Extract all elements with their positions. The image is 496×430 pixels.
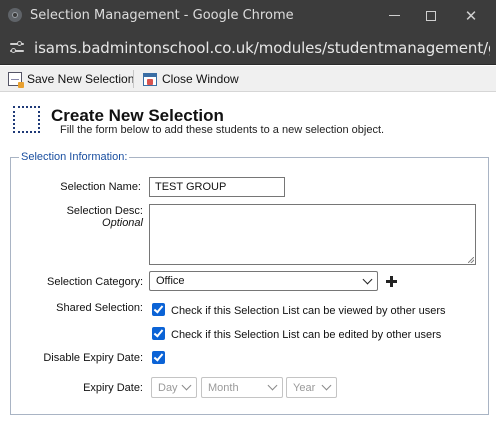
selection-category-value: Office: [156, 275, 185, 287]
chevron-down-icon: [267, 380, 278, 391]
shared-edit-text: Check if this Selection List can be edit…: [171, 329, 442, 341]
save-icon: [8, 72, 24, 88]
url-text[interactable]: isams.badmintonschool.co.uk/modules/stud…: [34, 39, 490, 57]
selection-category-select[interactable]: Office: [149, 271, 378, 291]
maximize-icon: [426, 10, 436, 21]
shared-edit-checkbox[interactable]: [152, 327, 165, 340]
chevron-down-icon: [181, 380, 192, 391]
expiry-day-value: Day: [158, 381, 178, 394]
selection-desc-textarea[interactable]: [149, 204, 476, 265]
toolbar-divider: [133, 70, 134, 88]
fieldset-legend: Selection Information:: [19, 151, 130, 163]
disable-expiry-label: Disable Expiry Date:: [43, 352, 143, 364]
page-title: Create New Selection: [51, 106, 224, 125]
maximize-button[interactable]: [411, 0, 451, 31]
disable-expiry-checkbox[interactable]: [152, 351, 165, 364]
expiry-year-select[interactable]: Year: [286, 377, 337, 398]
address-bar: isams.badmintonschool.co.uk/modules/stud…: [0, 31, 496, 65]
optional-label: Optional: [102, 217, 143, 229]
selection-desc-label-group: Selection Desc: Optional: [40, 205, 143, 229]
shared-view-text: Check if this Selection List can be view…: [171, 305, 446, 317]
chrome-app-icon: [8, 8, 22, 22]
expiry-month-value: Month: [208, 381, 239, 394]
page-toolbar: Save New Selection Close Window: [0, 66, 496, 92]
close-window-x-button[interactable]: ✕: [451, 0, 491, 31]
expiry-date-label: Expiry Date:: [83, 382, 143, 394]
close-window-label: Close Window: [162, 72, 239, 86]
window-titlebar: Selection Management - Google Chrome ✕: [0, 0, 496, 31]
shared-view-checkbox[interactable]: [152, 303, 165, 316]
chevron-down-icon: [362, 274, 373, 284]
add-category-icon[interactable]: [386, 276, 397, 287]
expiry-day-select[interactable]: Day: [151, 377, 197, 398]
page-subtitle: Fill the form below to add these student…: [60, 124, 385, 136]
close-icon: ✕: [464, 6, 478, 25]
shared-selection-label: Shared Selection:: [56, 302, 143, 314]
close-window-icon: [143, 72, 157, 86]
save-new-selection-button[interactable]: Save New Selection: [8, 70, 134, 88]
selection-desc-label: Selection Desc:: [66, 205, 143, 217]
minimize-icon: [388, 15, 400, 16]
chevron-down-icon: [321, 380, 332, 391]
selection-category-label: Selection Category:: [47, 276, 143, 288]
selection-name-label: Selection Name:: [60, 181, 141, 193]
expiry-year-value: Year: [293, 381, 316, 394]
selection-icon: [13, 106, 40, 133]
site-settings-icon[interactable]: [8, 40, 26, 56]
expiry-month-select[interactable]: Month: [201, 377, 283, 398]
save-new-selection-label: Save New Selection: [27, 72, 135, 86]
minimize-button[interactable]: [374, 0, 414, 31]
close-window-button[interactable]: Close Window: [143, 70, 239, 88]
window-title: Selection Management - Google Chrome: [30, 8, 294, 23]
selection-name-input[interactable]: TEST GROUP: [149, 177, 285, 197]
